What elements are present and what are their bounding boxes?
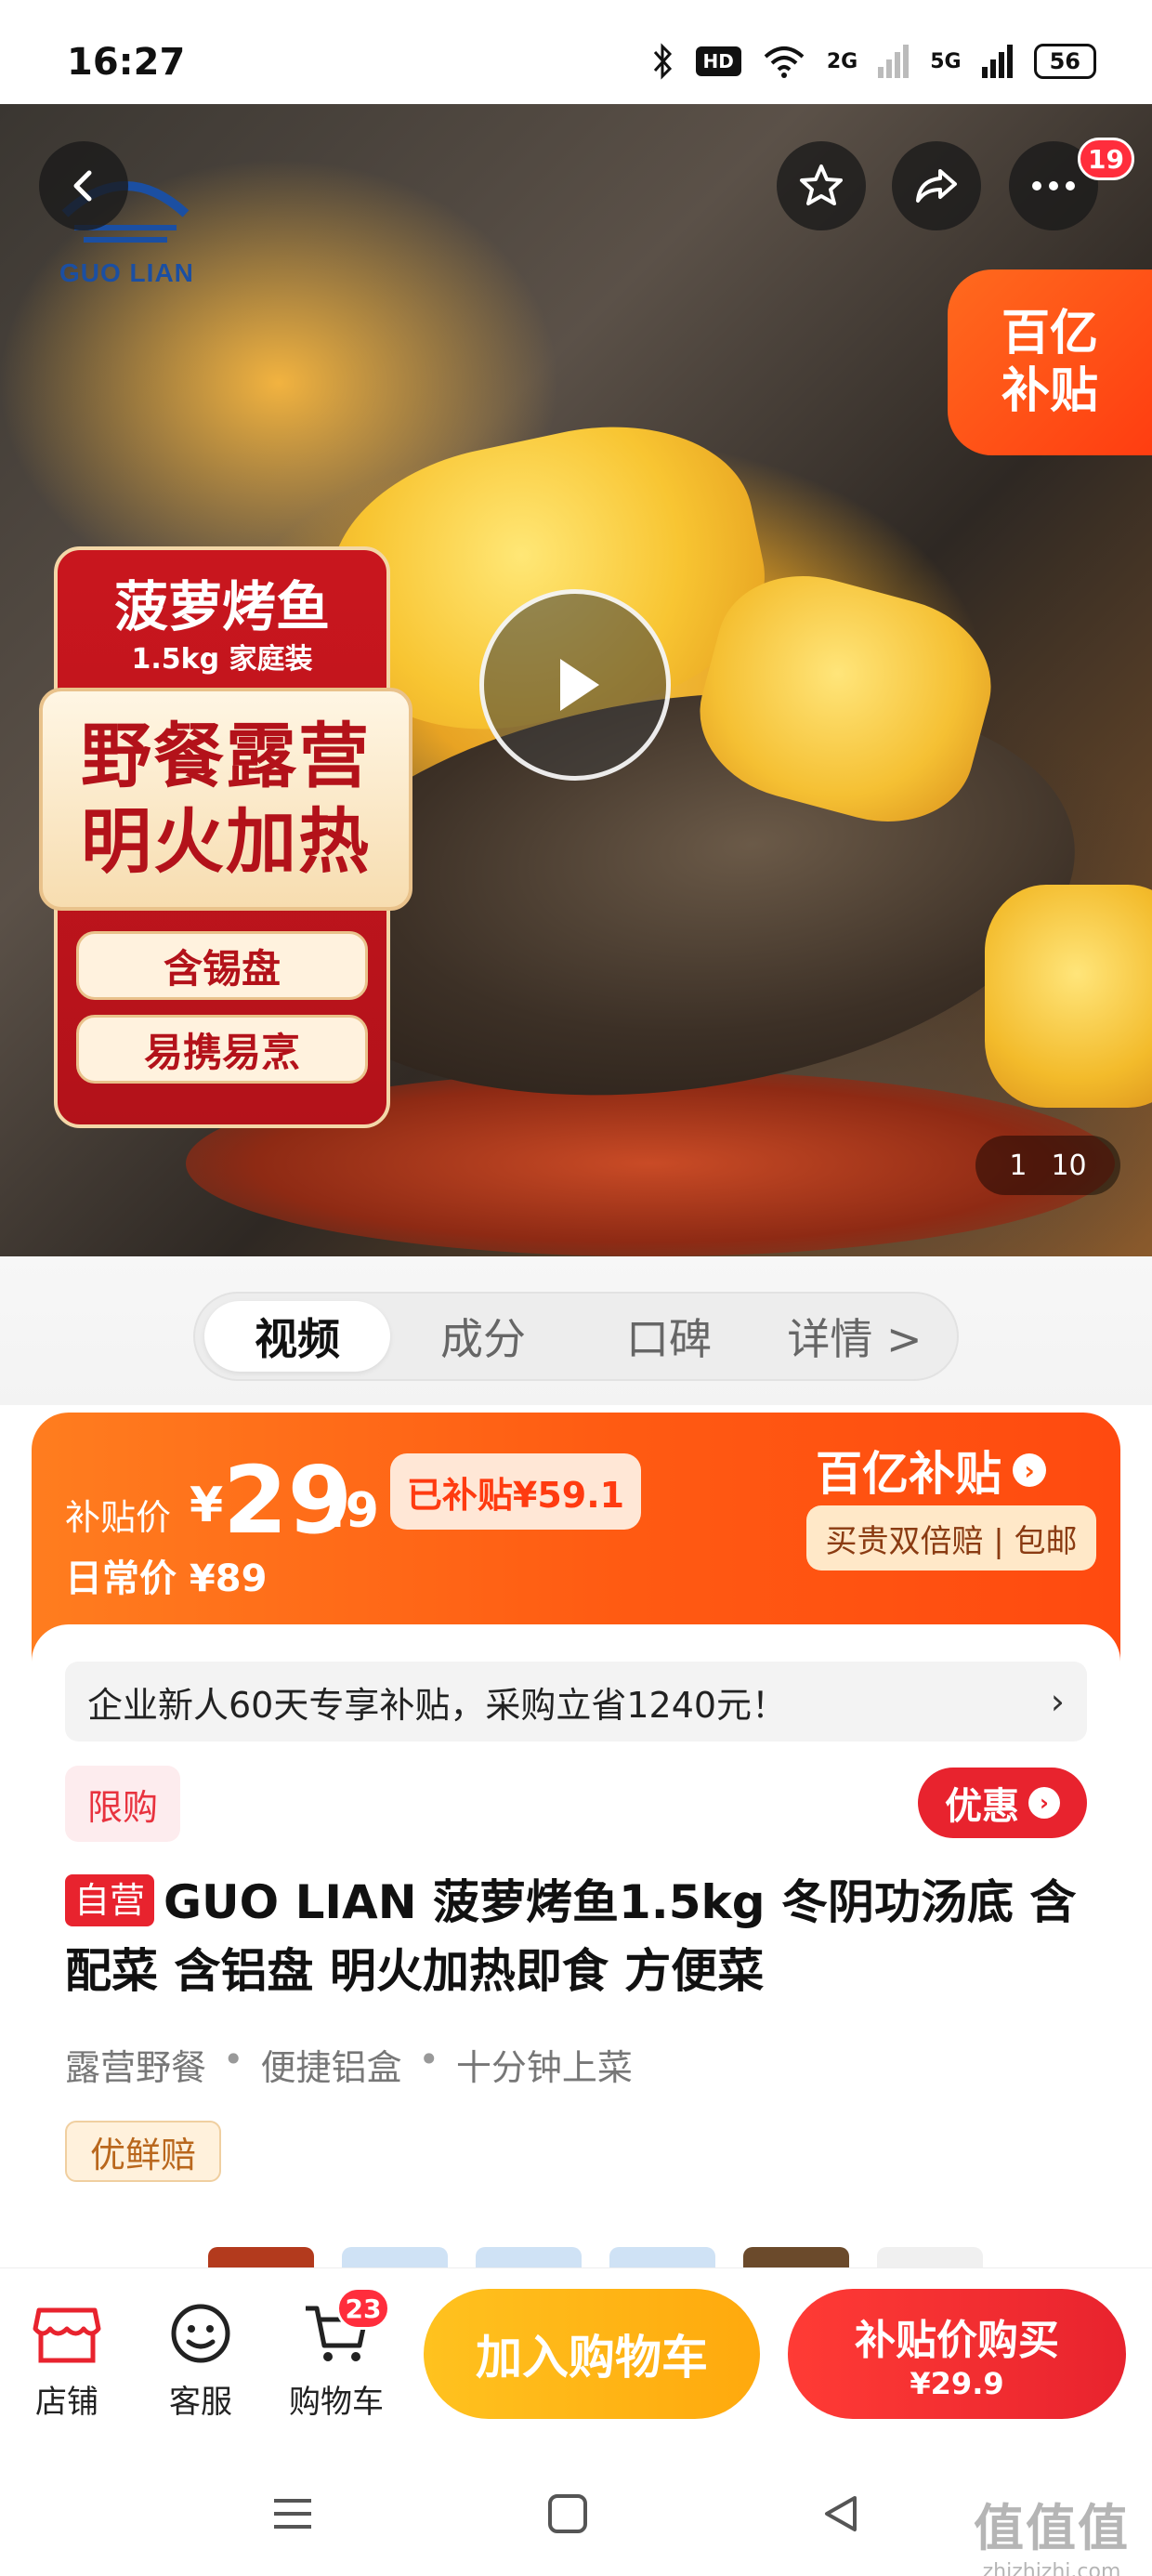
signal-2g-label: 2G bbox=[826, 49, 858, 73]
cart-count-badge: 23 bbox=[336, 2287, 390, 2330]
feature-separator: • bbox=[418, 2039, 439, 2080]
wifi-icon bbox=[764, 46, 805, 78]
chevron-right-icon: › bbox=[1050, 1681, 1065, 1722]
play-icon bbox=[560, 659, 599, 711]
add-to-cart-button[interactable]: 加入购物车 bbox=[424, 2289, 760, 2419]
tab-video[interactable]: 视频 bbox=[204, 1301, 390, 1372]
watermark-main: 值值值 bbox=[974, 2499, 1130, 2557]
hd-icon: HD bbox=[695, 46, 741, 76]
promo-pill: 易携易烹 bbox=[76, 1015, 368, 1084]
freshness-guarantee-tag[interactable]: 优鲜赔 bbox=[65, 2121, 221, 2182]
hero-pineapple-shape bbox=[985, 885, 1152, 1108]
tab-reviews[interactable]: 口碑 bbox=[576, 1301, 762, 1372]
yi-subsidy-badge[interactable]: 百亿 补贴 bbox=[948, 269, 1152, 455]
notification-badge: 19 bbox=[1078, 138, 1134, 180]
section-tabs-area: 视频 成分 口碑 详情 > bbox=[0, 1256, 1152, 1405]
product-info-card: 企业新人60天专享补贴，采购立省1240元！ › 限购 优惠 › 自营 GUO L… bbox=[32, 1624, 1120, 2275]
self-operated-tag: 自营 bbox=[65, 1874, 155, 1926]
customer-service-label: 客服 bbox=[169, 2384, 232, 2421]
battery-icon: 56 bbox=[1033, 44, 1096, 79]
smiley-chat-icon bbox=[164, 2296, 238, 2371]
watermark: 值值值 zhizhizhi.com bbox=[974, 2487, 1130, 2576]
promo-highlight: 野餐露营 明火加热 bbox=[39, 688, 412, 911]
image-counter: 1 10 bbox=[975, 1136, 1120, 1195]
share-icon bbox=[916, 169, 957, 203]
feature-separator: • bbox=[223, 2039, 244, 2080]
signal-icon bbox=[981, 45, 1013, 78]
signal-5g-label: 5G bbox=[930, 49, 962, 73]
enterprise-notice-text: 企业新人60天专享补贴，采购立省1240元！ bbox=[87, 1684, 788, 1726]
bottom-action-bar: 店铺 客服 23 购物车 加入购物车 补贴价购买 ¥29.9 bbox=[0, 2267, 1152, 2450]
status-bar: 16:27 HD 2G 5G 56 bbox=[0, 0, 1152, 112]
signal-icon bbox=[878, 45, 910, 78]
price-decimal: .9 bbox=[327, 1483, 379, 1539]
star-icon bbox=[800, 164, 843, 205]
yi-subsidy-link[interactable]: 百亿补贴 › bbox=[816, 1437, 1046, 1504]
tab-ingredients[interactable]: 成分 bbox=[390, 1301, 576, 1372]
product-title: 自营 GUO LIAN 菠萝烤鱼1.5kg 冬阴功汤底 含配菜 含铝盘 明火加热即… bbox=[65, 1868, 1087, 2005]
menu-lines-icon bbox=[274, 2499, 311, 2529]
product-title-text: GUO LIAN 菠萝烤鱼1.5kg 冬阴功汤底 含配菜 含铝盘 明火加热即食 … bbox=[65, 1875, 1077, 1998]
buy-now-price: ¥29.9 bbox=[910, 2366, 1004, 2401]
daily-price: 日常价 ¥89 bbox=[65, 1557, 268, 1600]
home-button[interactable] bbox=[535, 2481, 600, 2546]
feature-list: 露营野餐 • 便捷铝盒 • 十分钟上菜 bbox=[65, 2039, 633, 2090]
limit-purchase-tag: 限购 bbox=[65, 1766, 180, 1842]
discount-button[interactable]: 优惠 › bbox=[918, 1768, 1087, 1838]
guarantee-badge: 买贵双倍赔 | 包邮 bbox=[806, 1505, 1096, 1571]
counter-current: 1 bbox=[1009, 1149, 1028, 1182]
brand-logo-text: GUO LIAN bbox=[59, 258, 194, 287]
price-currency: ¥ bbox=[190, 1478, 224, 1533]
product-hero-image[interactable]: GUO LIAN 19 百亿 补贴 菠萝烤鱼 1.5kg 家庭装 野餐露营 明火… bbox=[0, 104, 1152, 1256]
yi-subsidy-line1: 百亿 bbox=[1001, 306, 1098, 361]
watermark-sub: zhizhizhi.com bbox=[982, 2560, 1121, 2576]
yi-subsidy-brand: 百亿补贴 bbox=[816, 1447, 1001, 1501]
status-time: 16:27 bbox=[67, 41, 186, 84]
promo-title: 菠萝烤鱼 bbox=[113, 575, 330, 638]
discount-button-label: 优惠 bbox=[945, 1785, 1019, 1828]
favorite-button[interactable] bbox=[777, 141, 866, 230]
yi-subsidy-line2: 补贴 bbox=[1001, 363, 1098, 419]
recent-apps-button[interactable] bbox=[260, 2481, 325, 2546]
section-tabs: 视频 成分 口碑 详情 > bbox=[193, 1292, 959, 1381]
feature-item: 露营野餐 bbox=[65, 2047, 207, 2088]
subsidized-amount-tag: 已补贴¥59.1 bbox=[390, 1453, 641, 1530]
shop-button[interactable]: 店铺 bbox=[11, 2296, 123, 2422]
share-button[interactable] bbox=[892, 141, 981, 230]
triangle-back-icon bbox=[825, 2496, 857, 2531]
status-icons: HD 2G 5G 56 bbox=[651, 43, 1096, 80]
price-label: 补贴价 bbox=[65, 1497, 172, 1538]
cart-label: 购物车 bbox=[289, 2384, 384, 2421]
promo-highlight-line2: 明火加热 bbox=[81, 800, 371, 883]
chevron-right-icon: › bbox=[1028, 1787, 1060, 1819]
counter-total: 10 bbox=[1051, 1149, 1087, 1182]
promo-subtitle: 1.5kg 家庭装 bbox=[131, 643, 313, 676]
tab-details[interactable]: 详情 > bbox=[762, 1301, 948, 1372]
buy-now-label: 补贴价购买 bbox=[855, 2317, 1059, 2364]
promo-pill: 含锡盘 bbox=[76, 931, 368, 1000]
square-icon bbox=[548, 2494, 587, 2533]
feature-item: 十分钟上菜 bbox=[455, 2047, 633, 2088]
back-button[interactable] bbox=[39, 141, 128, 230]
bluetooth-icon bbox=[653, 43, 672, 80]
promo-card: 菠萝烤鱼 1.5kg 家庭装 野餐露营 明火加热 含锡盘 易携易烹 bbox=[39, 546, 412, 1128]
store-icon bbox=[30, 2296, 104, 2371]
more-dots-icon bbox=[1032, 181, 1075, 191]
enterprise-notice[interactable]: 企业新人60天专享补贴，采购立省1240元！ › bbox=[65, 1662, 1087, 1741]
shop-label: 店铺 bbox=[35, 2384, 98, 2421]
chevron-right-icon: › bbox=[1013, 1453, 1046, 1487]
feature-item: 便捷铝盒 bbox=[260, 2047, 402, 2088]
customer-service-button[interactable]: 客服 bbox=[145, 2296, 256, 2422]
buy-now-button[interactable]: 补贴价购买 ¥29.9 bbox=[788, 2289, 1126, 2419]
play-video-button[interactable] bbox=[479, 589, 671, 781]
chevron-left-icon bbox=[73, 170, 92, 202]
cart-button[interactable]: 23 购物车 bbox=[281, 2287, 392, 2422]
promo-highlight-line1: 野餐露营 bbox=[81, 715, 371, 797]
back-nav-button[interactable] bbox=[808, 2481, 873, 2546]
system-nav-bar: 值值值 zhizhizhi.com bbox=[0, 2450, 1152, 2576]
